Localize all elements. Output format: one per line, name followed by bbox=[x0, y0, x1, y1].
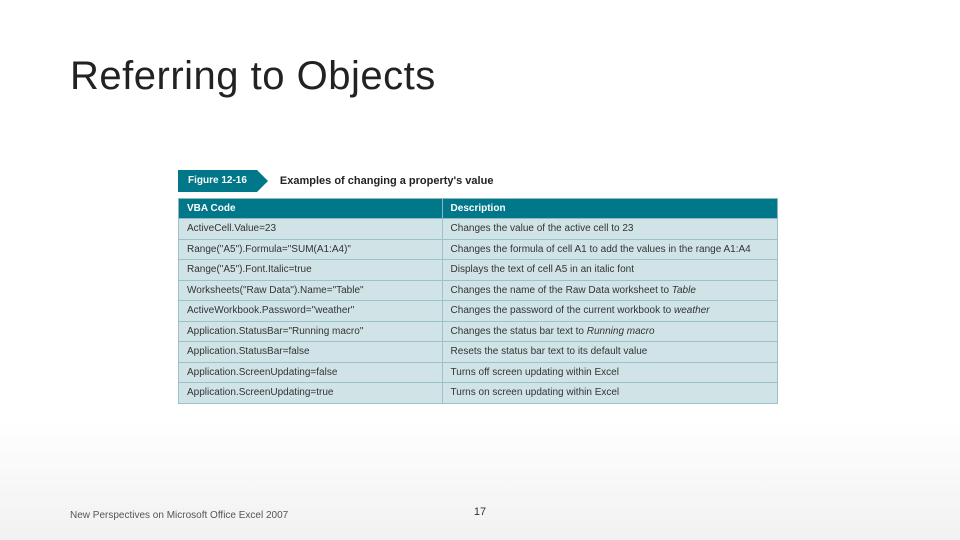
table-header-row: VBA Code Description bbox=[179, 199, 778, 219]
cell-code: Worksheets("Raw Data").Name="Table" bbox=[179, 280, 443, 301]
table-row: Application.StatusBar="Running macro"Cha… bbox=[179, 321, 778, 342]
cell-code: Range("A5").Formula="SUM(A1:A4)" bbox=[179, 239, 443, 260]
cell-code: Range("A5").Font.Italic=true bbox=[179, 260, 443, 281]
cell-desc: Changes the password of the current work… bbox=[442, 301, 777, 322]
table-row: Application.ScreenUpdating=trueTurns on … bbox=[179, 383, 778, 404]
cell-desc: Turns off screen updating within Excel bbox=[442, 362, 777, 383]
col-header-desc: Description bbox=[442, 199, 777, 219]
cell-desc: Displays the text of cell A5 in an itali… bbox=[442, 260, 777, 281]
cell-desc: Changes the value of the active cell to … bbox=[442, 219, 777, 240]
cell-desc: Changes the formula of cell A1 to add th… bbox=[442, 239, 777, 260]
figure-caption: Examples of changing a property's value bbox=[280, 175, 494, 187]
slide: Referring to Objects Figure 12-16 Exampl… bbox=[0, 0, 960, 540]
cell-desc: Turns on screen updating within Excel bbox=[442, 383, 777, 404]
cell-desc: Resets the status bar text to its defaul… bbox=[442, 342, 777, 363]
cell-code: ActiveCell.Value=23 bbox=[179, 219, 443, 240]
chevron-right-icon bbox=[257, 170, 268, 192]
table-row: Range("A5").Formula="SUM(A1:A4)"Changes … bbox=[179, 239, 778, 260]
table-body: ActiveCell.Value=23Changes the value of … bbox=[179, 219, 778, 404]
cell-desc: Changes the name of the Raw Data workshe… bbox=[442, 280, 777, 301]
table-row: Worksheets("Raw Data").Name="Table"Chang… bbox=[179, 280, 778, 301]
cell-desc: Changes the status bar text to Running m… bbox=[442, 321, 777, 342]
figure-table: VBA Code Description ActiveCell.Value=23… bbox=[178, 198, 778, 404]
col-header-code: VBA Code bbox=[179, 199, 443, 219]
footer-source: New Perspectives on Microsoft Office Exc… bbox=[70, 509, 288, 522]
figure: Figure 12-16 Examples of changing a prop… bbox=[178, 170, 778, 404]
table-row: Range("A5").Font.Italic=trueDisplays the… bbox=[179, 260, 778, 281]
slide-title: Referring to Objects bbox=[70, 54, 436, 99]
page-number: 17 bbox=[474, 506, 486, 518]
table-row: ActiveWorkbook.Password="weather"Changes… bbox=[179, 301, 778, 322]
cell-code: Application.StatusBar="Running macro" bbox=[179, 321, 443, 342]
table-row: Application.StatusBar=falseResets the st… bbox=[179, 342, 778, 363]
figure-header: Figure 12-16 Examples of changing a prop… bbox=[178, 170, 778, 192]
cell-code: Application.ScreenUpdating=false bbox=[179, 362, 443, 383]
figure-label: Figure 12-16 bbox=[178, 170, 257, 192]
cell-code: ActiveWorkbook.Password="weather" bbox=[179, 301, 443, 322]
table-row: ActiveCell.Value=23Changes the value of … bbox=[179, 219, 778, 240]
cell-code: Application.StatusBar=false bbox=[179, 342, 443, 363]
cell-code: Application.ScreenUpdating=true bbox=[179, 383, 443, 404]
table-row: Application.ScreenUpdating=falseTurns of… bbox=[179, 362, 778, 383]
